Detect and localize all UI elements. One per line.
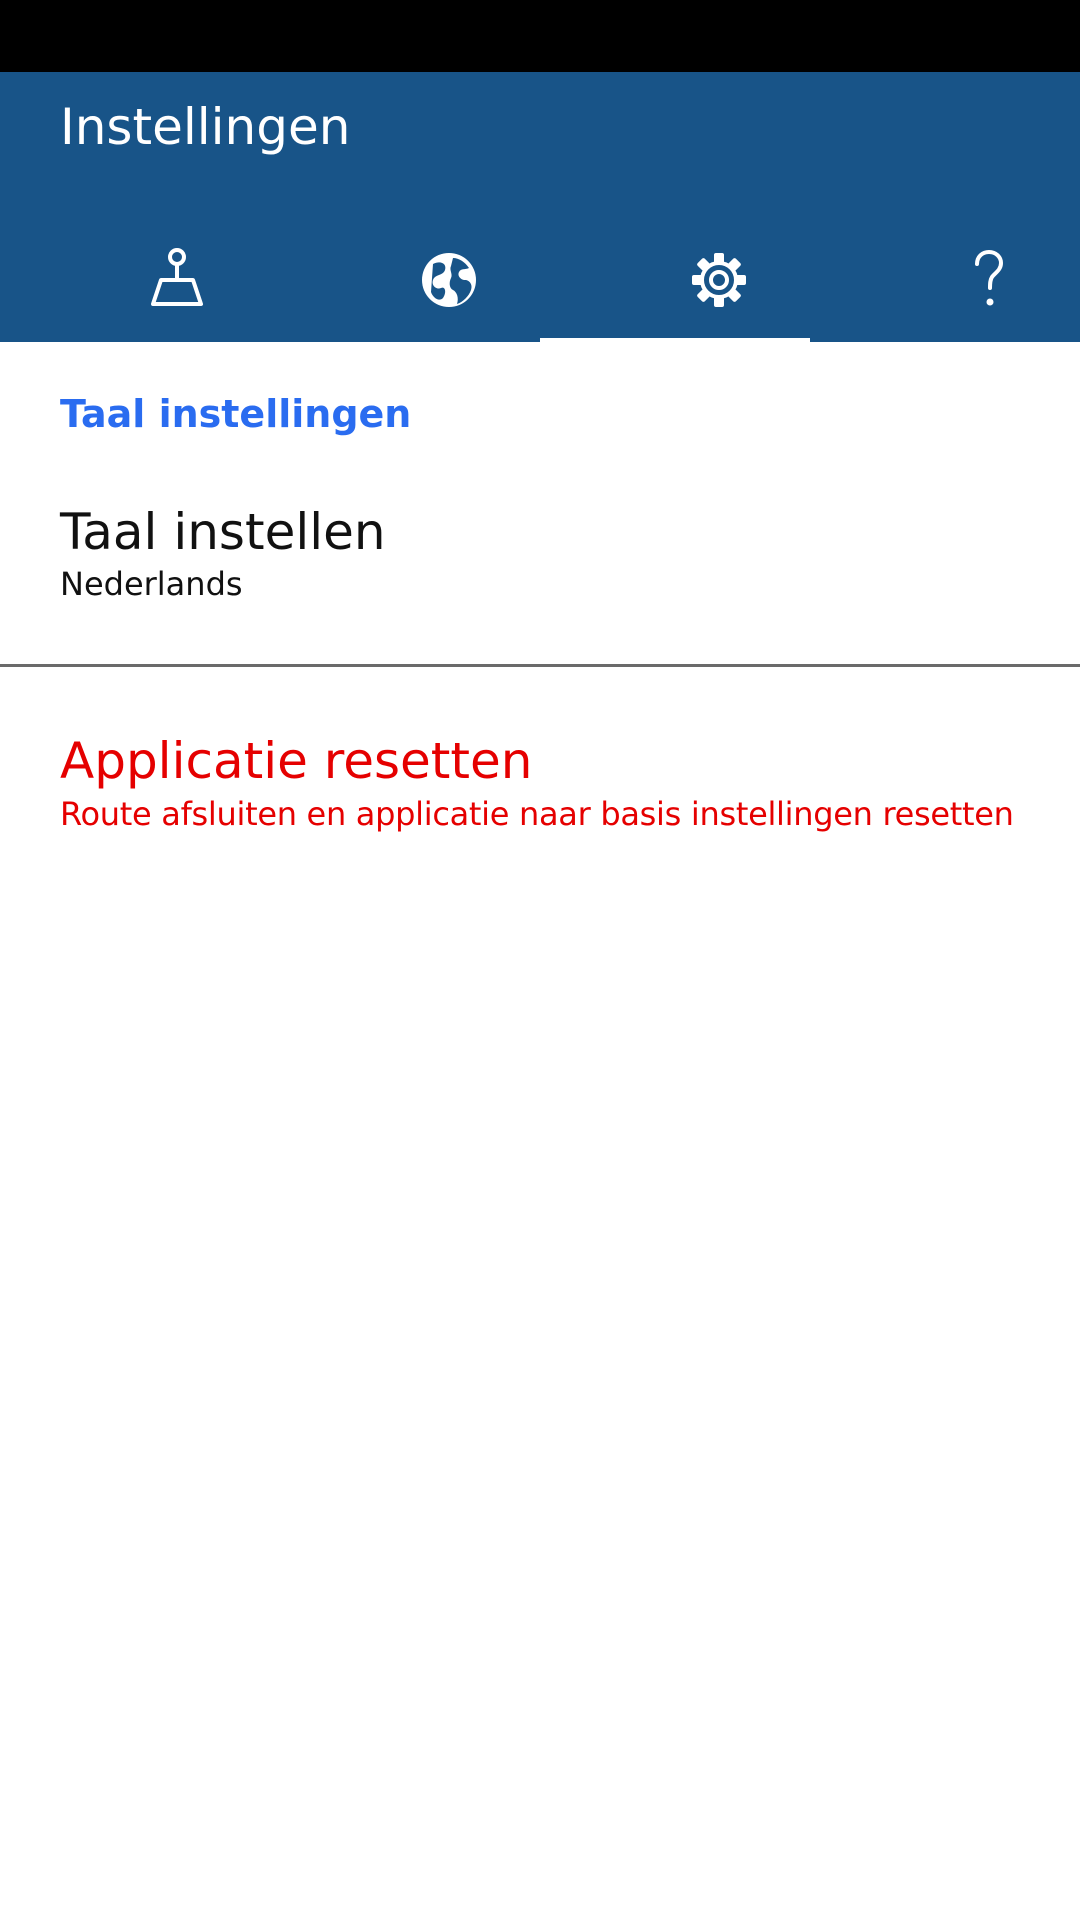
globe-icon xyxy=(419,236,479,320)
section-heading-language: Taal instellingen xyxy=(60,392,412,436)
reset-app-title: Applicatie resetten xyxy=(60,732,533,790)
active-tab-indicator xyxy=(540,338,810,342)
tab-settings[interactable] xyxy=(584,236,854,342)
tab-map[interactable] xyxy=(314,236,584,342)
language-setting-title: Taal instellen xyxy=(60,503,386,561)
tab-help[interactable] xyxy=(854,236,1080,342)
map-marker-icon xyxy=(147,236,207,320)
language-setting[interactable]: Taal instellen Nederlands xyxy=(60,502,1020,606)
page-title: Instellingen xyxy=(60,98,351,156)
reset-app-description: Route afsluiten en applicatie naar basis… xyxy=(60,795,1014,833)
app-header: Instellingen xyxy=(0,72,1080,342)
status-bar xyxy=(0,0,1080,72)
gear-icon xyxy=(689,236,749,320)
tab-route[interactable] xyxy=(42,236,312,342)
help-icon xyxy=(959,236,1019,320)
tab-bar xyxy=(0,236,1080,342)
divider xyxy=(0,664,1080,667)
reset-app-button[interactable]: Applicatie resetten Route afsluiten en a… xyxy=(60,730,1060,836)
language-setting-value: Nederlands xyxy=(60,565,243,603)
